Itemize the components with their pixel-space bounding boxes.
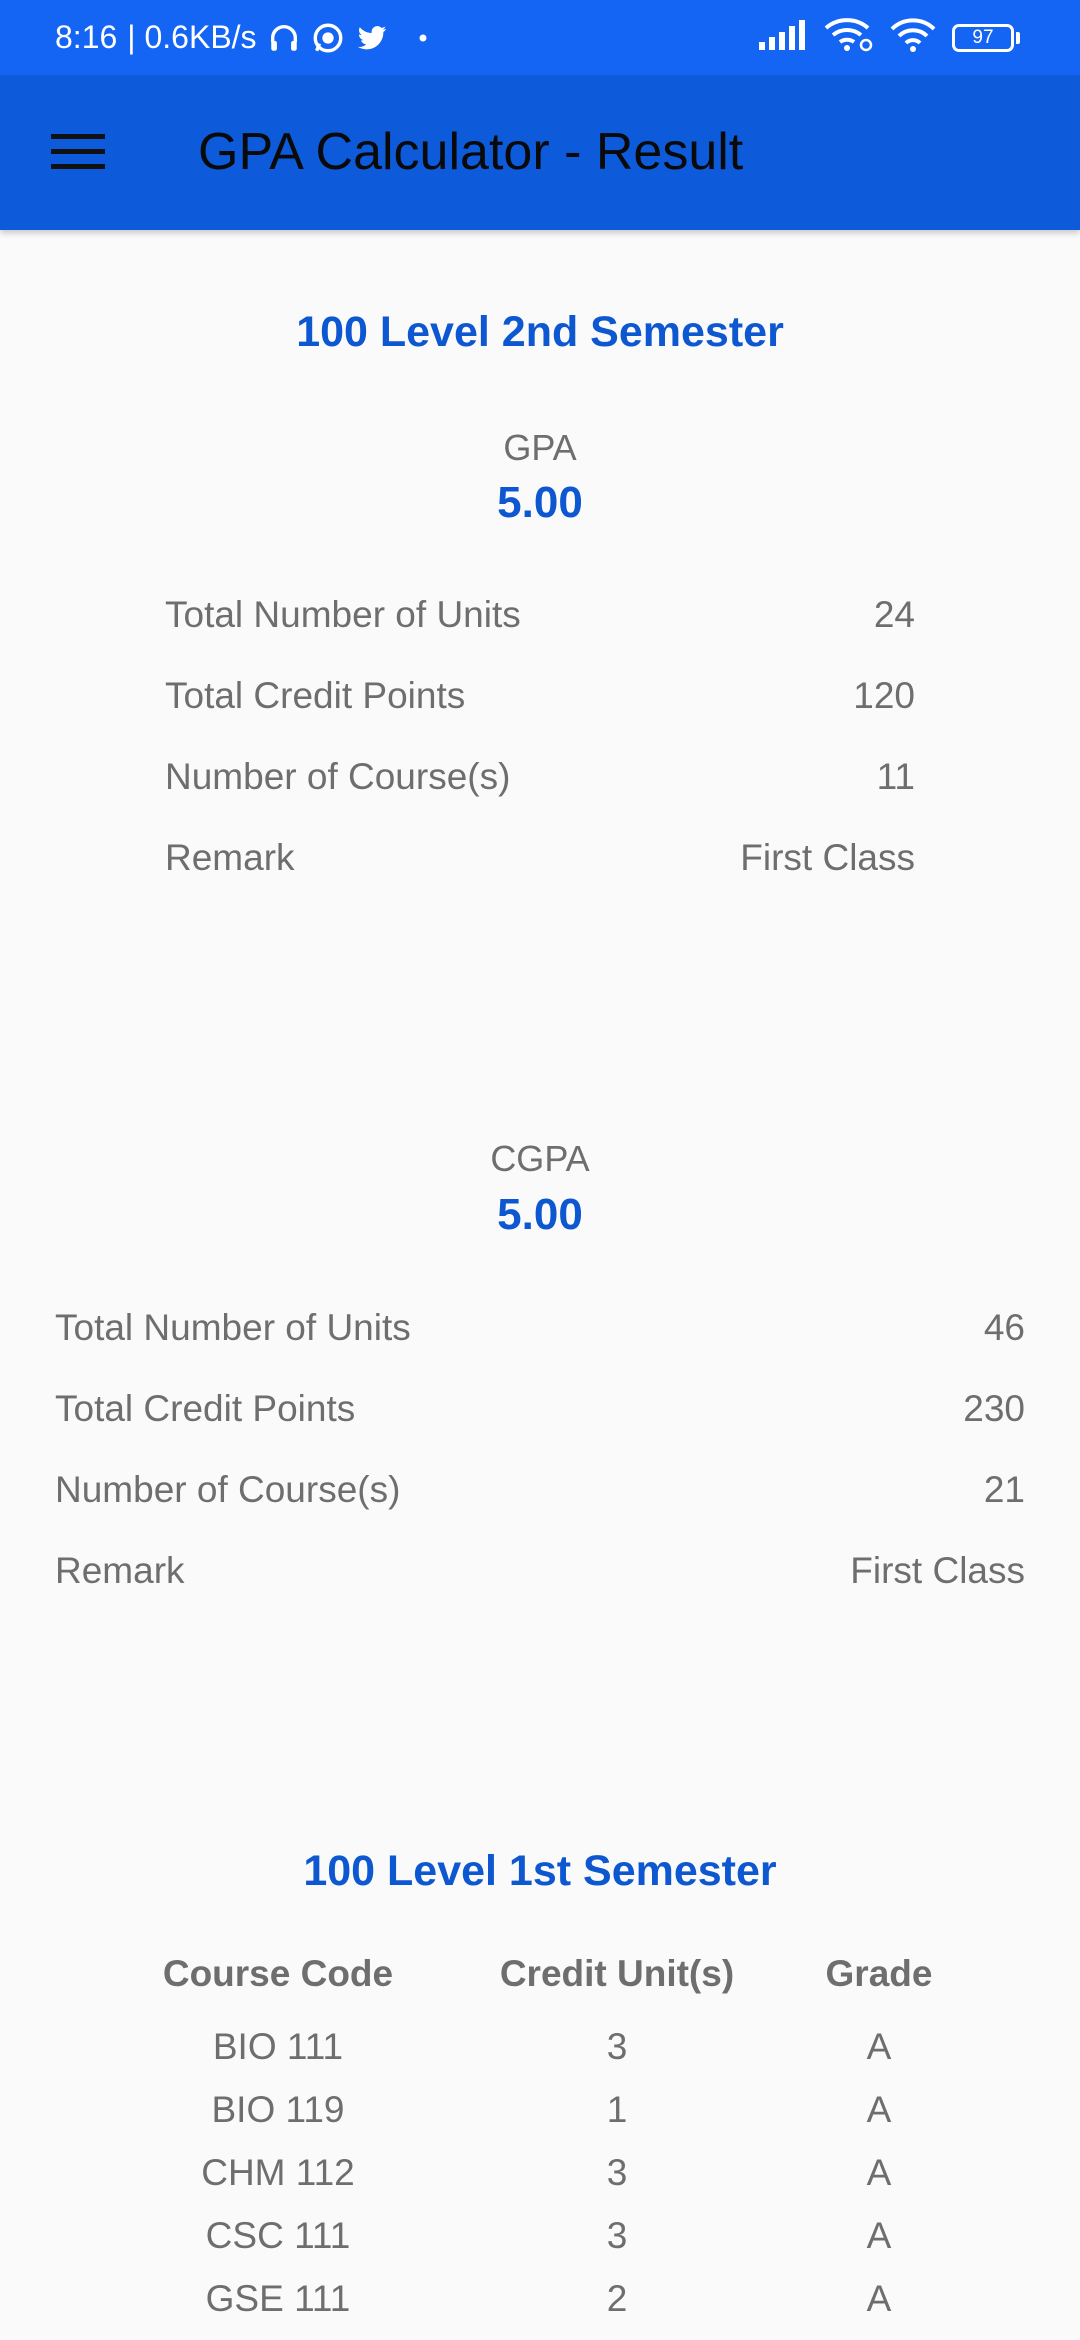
status-bar: 8:16 | 0.6KB/s 97 [0,0,1080,75]
grade: A [866,2088,892,2130]
row-label: Total Credit Points [55,1388,356,1429]
menu-icon [51,134,105,169]
row-label: Total Number of Units [55,1307,411,1348]
grade: A [866,2214,892,2256]
table-header: Course Code Credit Unit(s) Grade [100,1945,980,2003]
credit-units: 3 [606,2025,628,2067]
gpa-row-units: Total Number of Units 24 [165,594,915,636]
battery-icon: 97 [952,23,1020,52]
network-speed: | 0.6KB/s [127,19,257,55]
table-row: BIO 119 1 A [100,2078,980,2141]
row-value: First Class [850,1550,1025,1591]
grade: A [866,2277,892,2319]
first-semester-heading: 100 Level 1st Semester [303,1847,777,1895]
column-header-credit-units: Credit Unit(s) [499,1953,735,1994]
gpa-row-credit-points: Total Credit Points 120 [165,675,915,717]
row-value: 21 [983,1469,1025,1510]
course-table: Course Code Credit Unit(s) Grade BIO 111… [100,1945,980,2330]
cgpa-row-credit-points: Total Credit Points 230 [55,1388,1025,1430]
battery-level: 97 [972,26,994,48]
row-value: First Class [740,837,915,878]
row-label: Number of Course(s) [55,1469,401,1510]
gpa-value: 5.00 [497,478,583,527]
course-code: BIO 111 [212,2025,344,2067]
table-row: CSC 111 3 A [100,2204,980,2267]
column-header-grade: Grade [825,1953,933,1994]
course-code: CSC 111 [205,2214,351,2256]
course-code: BIO 119 [211,2088,345,2130]
twitter-icon [355,21,389,55]
headphones-icon [267,21,301,55]
gpa-row-remark: Remark First Class [165,837,915,879]
wifi-icon [890,18,936,57]
wifi-call-icon [824,17,874,58]
row-value: 120 [853,675,915,716]
row-label: Total Number of Units [165,594,521,635]
row-value: 230 [963,1388,1025,1429]
credit-units: 2 [606,2277,628,2319]
dot-icon [419,34,427,42]
gpa-row-courses: Number of Course(s) 11 [165,756,915,798]
row-value: 24 [873,594,915,635]
credit-units: 1 [606,2088,628,2130]
cgpa-label: CGPA [490,1138,590,1179]
row-label: Remark [55,1550,185,1591]
page-title: GPA Calculator - Result [198,123,744,181]
table-row: BIO 111 3 A [100,2015,980,2078]
course-code: CHM 112 [201,2151,355,2193]
credit-units: 3 [606,2151,628,2193]
gpa-label: GPA [503,427,577,468]
whatsapp-icon [311,21,345,55]
status-right: 97 [758,0,1020,75]
row-label: Number of Course(s) [165,756,511,797]
cgpa-row-remark: Remark First Class [55,1550,1025,1592]
app-bar: GPA Calculator - Result [0,75,1080,230]
grade: A [866,2151,892,2193]
table-row: GSE 111 2 A [100,2267,980,2330]
menu-button[interactable] [30,112,126,192]
cgpa-row-units: Total Number of Units 46 [55,1307,1025,1349]
row-label: Total Credit Points [165,675,466,716]
signal-icon [758,20,808,55]
row-label: Remark [165,837,295,878]
credit-units: 3 [606,2214,628,2256]
row-value: 46 [983,1307,1025,1348]
grade: A [866,2025,892,2067]
status-left: 8:16 | 0.6KB/s [55,0,427,75]
row-value: 11 [876,756,915,797]
column-header-course-code: Course Code [162,1953,394,1994]
course-code: GSE 111 [205,2277,351,2319]
cgpa-row-courses: Number of Course(s) 21 [55,1469,1025,1511]
cgpa-value: 5.00 [497,1190,583,1239]
status-time: 8:16 [55,19,118,55]
semester-heading: 100 Level 2nd Semester [296,308,784,356]
table-row: CHM 112 3 A [100,2141,980,2204]
